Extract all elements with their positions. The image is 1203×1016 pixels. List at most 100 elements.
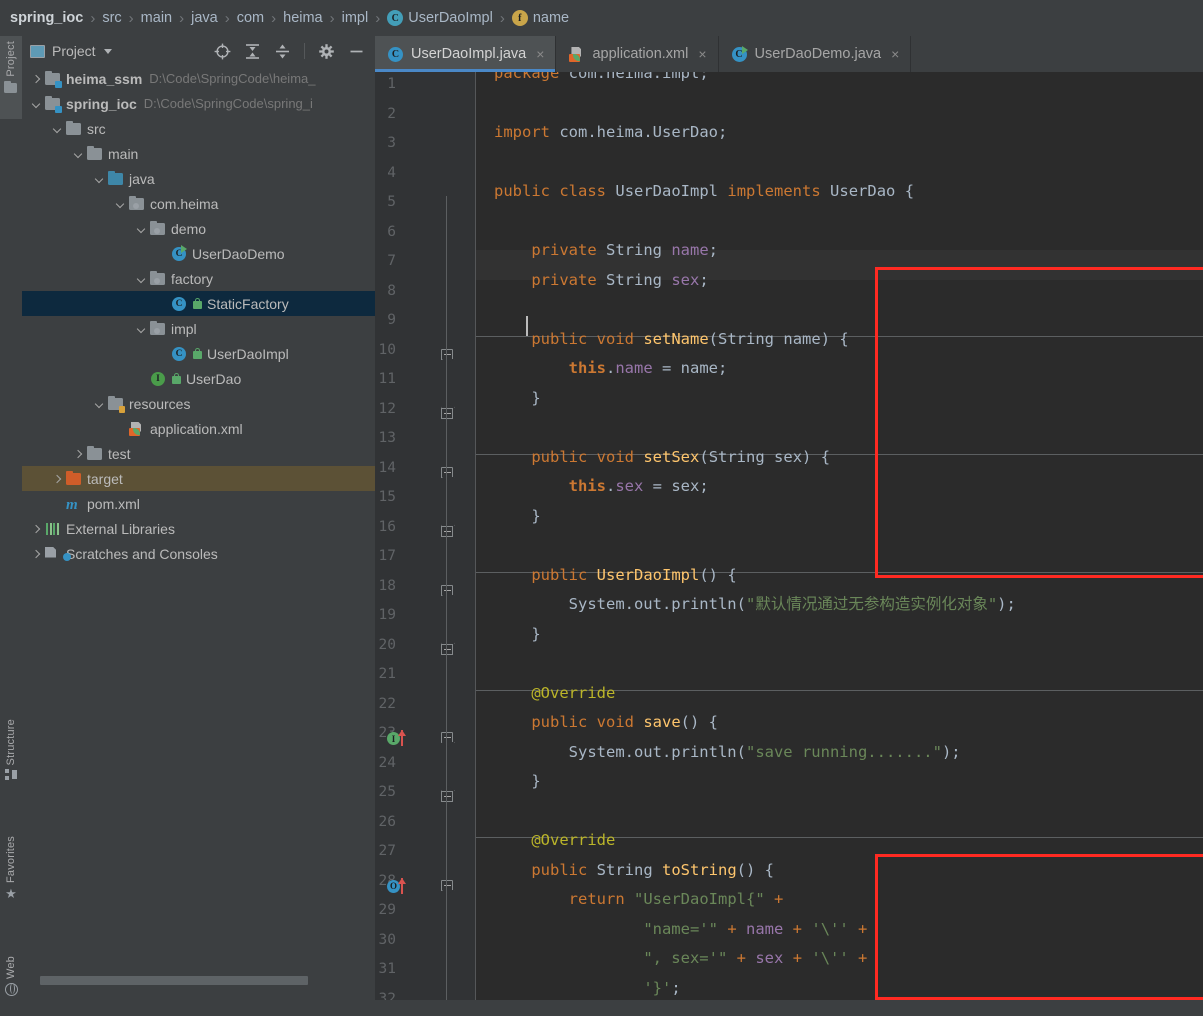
breadcrumb-item-main[interactable]: main — [141, 10, 172, 26]
chevron-down-icon[interactable] — [93, 172, 106, 185]
breadcrumb-item-src[interactable]: src — [102, 10, 121, 26]
module-folder-icon — [45, 71, 61, 87]
code-line: package com.heima.impl; — [494, 72, 709, 89]
tree-item-demo[interactable]: demo — [22, 216, 375, 241]
close-icon[interactable]: × — [698, 46, 706, 62]
code-line: } — [494, 502, 541, 532]
expand-all-icon[interactable] — [244, 43, 261, 60]
breadcrumb-item-java[interactable]: java — [191, 10, 218, 26]
chevron-down-icon[interactable] — [72, 147, 85, 160]
tree-item-staticfactory[interactable]: CStaticFactory — [22, 291, 375, 316]
tree-item-pom-xml[interactable]: mpom.xml — [22, 491, 375, 516]
tree-item-label: impl — [171, 321, 197, 337]
sidebar-item-favorites[interactable]: Favorites ★ — [0, 836, 22, 932]
fold-end-icon[interactable] — [439, 790, 455, 806]
tab-application-xml[interactable]: application.xml× — [556, 36, 718, 72]
breadcrumb-separator: › — [179, 10, 184, 27]
breadcrumb-label: heima — [283, 10, 323, 26]
chevron-right-icon[interactable] — [30, 547, 43, 560]
sidebar-item-project[interactable]: Project — [0, 36, 22, 119]
chevron-down-icon[interactable] — [135, 322, 148, 335]
tree-item-com-heima[interactable]: com.heima — [22, 191, 375, 216]
code-line: return "UserDaoImpl{" + — [494, 885, 783, 915]
implements-method-icon[interactable]: I — [387, 730, 413, 748]
tab-userdaodemo-java[interactable]: CUserDaoDemo.java× — [719, 36, 912, 72]
tree-item-test[interactable]: test — [22, 441, 375, 466]
tree-item-java[interactable]: java — [22, 166, 375, 191]
tree-item-resources[interactable]: resources — [22, 391, 375, 416]
gear-icon[interactable] — [318, 43, 335, 60]
locate-icon[interactable] — [214, 43, 231, 60]
breadcrumb-item-name[interactable]: fname — [512, 10, 569, 26]
close-icon[interactable]: × — [891, 46, 899, 62]
chevron-right-icon[interactable] — [30, 522, 43, 535]
chevron-down-icon[interactable] — [51, 122, 64, 135]
fold-collapse-icon[interactable] — [439, 879, 455, 895]
tree-item-scratches-and-consoles[interactable]: Scratches and Consoles — [22, 541, 375, 566]
sidebar-item-web[interactable]: Web — [0, 956, 22, 1016]
code-line: public void save() { — [494, 708, 718, 738]
tree-item-userdao[interactable]: IUserDao — [22, 366, 375, 391]
close-icon[interactable]: × — [536, 46, 544, 62]
tree-item-src[interactable]: src — [22, 116, 375, 141]
line-number: 4 — [375, 165, 396, 181]
tab-userdaoimpl-java[interactable]: CUserDaoImpl.java× — [375, 36, 556, 72]
code-line: this.sex = sex; — [494, 472, 709, 502]
chevron-down-icon[interactable] — [30, 97, 43, 110]
fold-collapse-icon[interactable] — [439, 731, 455, 747]
code-line: public class UserDaoImpl implements User… — [494, 177, 914, 207]
hide-icon[interactable] — [348, 43, 365, 60]
line-number: 19 — [375, 607, 396, 623]
code-line: System.out.println("默认情况通过无参构造实例化对象"); — [494, 590, 1016, 620]
breadcrumb-item-spring-ioc[interactable]: spring_ioc — [10, 10, 83, 26]
breadcrumb-label: impl — [342, 10, 369, 26]
fold-collapse-icon[interactable] — [439, 584, 455, 600]
project-tree[interactable]: heima_ssmD:\Code\SpringCode\heima_spring… — [22, 66, 375, 972]
chevron-down-icon[interactable] — [93, 397, 106, 410]
fold-end-icon[interactable] — [439, 643, 455, 659]
tree-item-factory[interactable]: factory — [22, 266, 375, 291]
sidebar-item-structure[interactable]: Structure — [0, 719, 22, 811]
code-text-area[interactable]: package com.heima.impl;import com.heima.… — [476, 72, 1203, 1000]
web-icon — [5, 983, 18, 996]
tree-item-userdaoimpl[interactable]: CUserDaoImpl — [22, 341, 375, 366]
fold-end-icon[interactable] — [439, 525, 455, 541]
code-editor[interactable]: 1234567891011121314151617181920212223242… — [375, 72, 1203, 1000]
breadcrumb-item-heima[interactable]: heima — [283, 10, 323, 26]
fold-collapse-icon[interactable] — [439, 466, 455, 482]
scrollbar-thumb[interactable] — [40, 976, 308, 985]
chevron-down-icon[interactable] — [104, 49, 112, 54]
overrides-method-icon[interactable]: O — [387, 878, 413, 896]
tree-item-label: UserDaoImpl — [207, 346, 289, 362]
tree-item-application-xml[interactable]: application.xml — [22, 416, 375, 441]
project-title-button[interactable]: Project — [30, 43, 112, 59]
tab-label: UserDaoImpl.java — [411, 46, 526, 62]
tree-item-spring-ioc[interactable]: spring_iocD:\Code\SpringCode\spring_i — [22, 91, 375, 116]
tree-item-external-libraries[interactable]: External Libraries — [22, 516, 375, 541]
collapse-all-icon[interactable] — [274, 43, 291, 60]
chevron-down-icon[interactable] — [135, 272, 148, 285]
fold-end-icon[interactable] — [439, 407, 455, 423]
chevron-right-icon[interactable] — [30, 72, 43, 85]
chevron-right-icon[interactable] — [51, 472, 64, 485]
class-icon: C — [387, 10, 403, 26]
line-number: 16 — [375, 519, 396, 535]
tree-item-userdaodemo[interactable]: CUserDaoDemo — [22, 241, 375, 266]
external-libraries-icon — [45, 521, 61, 537]
tree-item-heima-ssm[interactable]: heima_ssmD:\Code\SpringCode\heima_ — [22, 66, 375, 91]
breadcrumb-item-userdaoimpl[interactable]: CUserDaoImpl — [387, 10, 493, 26]
breadcrumb-item-com[interactable]: com — [237, 10, 264, 26]
chevron-right-icon[interactable] — [72, 447, 85, 460]
tree-item-target[interactable]: target — [22, 466, 375, 491]
tree-item-impl[interactable]: impl — [22, 316, 375, 341]
line-number: 9 — [375, 312, 396, 328]
chevron-down-icon[interactable] — [114, 197, 127, 210]
chevron-down-icon[interactable] — [135, 222, 148, 235]
editor-gutter[interactable]: 1234567891011121314151617181920212223242… — [375, 72, 476, 1000]
breadcrumb-item-impl[interactable]: impl — [342, 10, 369, 26]
tree-item-main[interactable]: main — [22, 141, 375, 166]
code-line: private String name; — [494, 236, 718, 266]
project-horizontal-scrollbar[interactable] — [22, 972, 375, 1000]
breadcrumb-label: com — [237, 10, 264, 26]
fold-collapse-icon[interactable] — [439, 348, 455, 364]
